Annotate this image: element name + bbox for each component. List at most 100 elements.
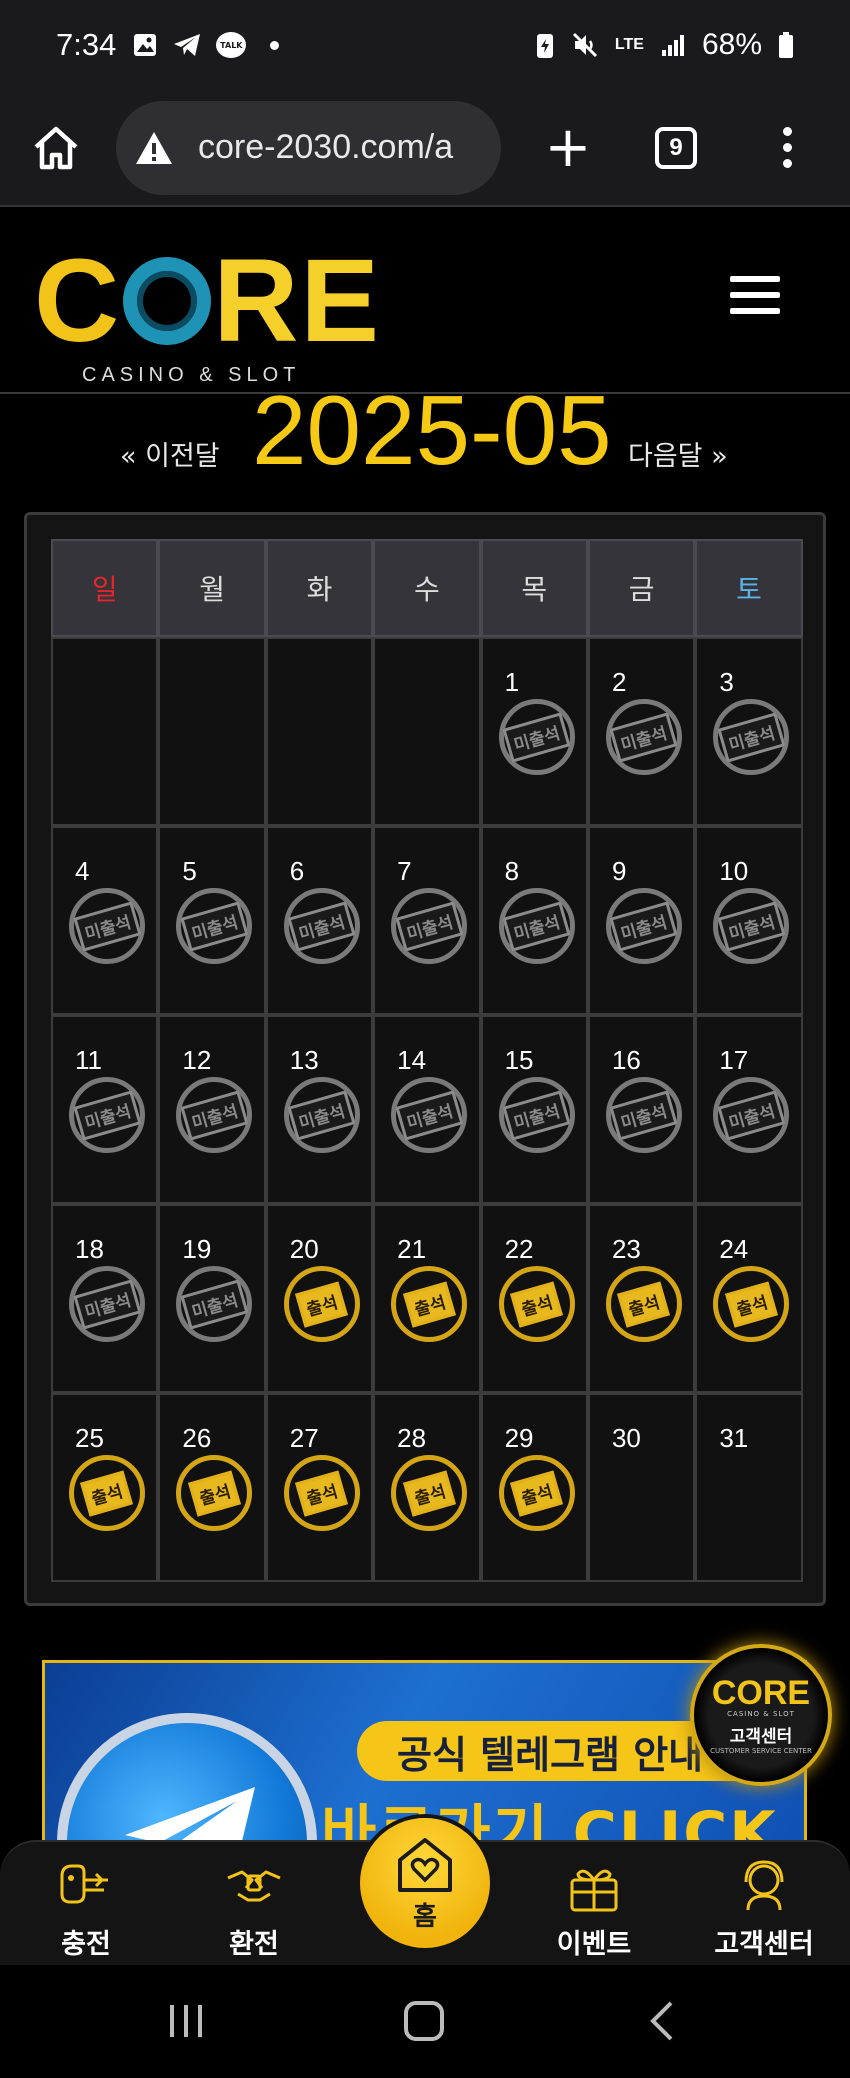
calendar-day-cell[interactable]: 4 미출석	[51, 826, 159, 1015]
absent-stamp-icon: 미출석	[69, 1266, 145, 1342]
next-month-link[interactable]: 다음달 »	[628, 434, 728, 473]
browser-home-button[interactable]	[28, 120, 84, 176]
absent-stamp-icon: 미출석	[283, 888, 360, 964]
calendar-day-cell[interactable]: 28 출석	[373, 1393, 481, 1582]
weekday-header-cell: 일	[51, 539, 159, 637]
nav-event[interactable]: 이벤트	[524, 1858, 664, 1961]
stamp-label: 미출석	[72, 1278, 142, 1330]
stamp-label: 미출석	[609, 711, 679, 763]
calendar-day-cell[interactable]: 13 미출석	[265, 1015, 374, 1204]
calendar-day-cell[interactable]: 10 미출석	[695, 826, 803, 1015]
calendar-day-cell[interactable]: 9 미출석	[587, 826, 696, 1015]
new-tab-button[interactable]: +	[543, 119, 593, 176]
day-number: 25	[75, 1423, 104, 1453]
day-number: 20	[289, 1234, 319, 1264]
calendar-day-cell[interactable]: 15 미출석	[480, 1015, 588, 1204]
logo-subtitle: CASINO & SLOT	[82, 364, 301, 386]
day-number: 5	[182, 856, 197, 886]
stamp-label: 출석	[509, 1469, 564, 1517]
warning-icon	[136, 131, 172, 164]
calendar-day-cell[interactable]: 21 출석	[373, 1204, 481, 1393]
calendar-day-cell[interactable]: 8 미출석	[480, 826, 588, 1015]
calendar-day-cell[interactable]: 27 출석	[265, 1393, 374, 1582]
calendar-day-cell[interactable]: 20 출석	[265, 1204, 374, 1393]
calendar-day-cell[interactable]: 5 미출석	[158, 826, 266, 1015]
nav-support[interactable]: 고객센터	[694, 1858, 834, 1961]
exchange-icon	[227, 1870, 281, 1902]
present-stamp-icon: 출석	[283, 1455, 360, 1531]
tab-switcher-button[interactable]: 9	[655, 126, 697, 169]
calendar-day-cell[interactable]: 1 미출석	[480, 637, 588, 826]
nav-exchange[interactable]: 환전	[184, 1858, 324, 1961]
site-header: C RE CASINO & SLOT	[0, 208, 850, 394]
system-home-button[interactable]	[394, 1993, 454, 2049]
calendar-day-cell[interactable]: 24 출석	[695, 1204, 803, 1393]
calendar-day-cell[interactable]: 26 출석	[158, 1393, 266, 1582]
calendar-day-cell[interactable]: 16 미출석	[587, 1015, 696, 1204]
calendar-day-cell[interactable]: 11 미출석	[51, 1015, 159, 1204]
recent-apps-button[interactable]	[156, 1993, 216, 2049]
cs-badge-eng: CUSTOMER SERVICE CENTER	[710, 1746, 812, 1755]
recent-apps-icon	[170, 2005, 202, 2037]
calendar-day-cell[interactable]: 14 미출석	[373, 1015, 481, 1204]
present-stamp-icon: 출석	[498, 1455, 575, 1531]
calendar-day-cell[interactable]: 31	[695, 1393, 803, 1582]
nav-exchange-label: 환전	[229, 1929, 279, 1960]
cs-badge-logo: CORE	[711, 1673, 811, 1712]
back-icon	[650, 2001, 673, 2041]
browser-menu-button[interactable]	[783, 127, 792, 168]
stamp-label: 미출석	[502, 900, 571, 952]
absent-stamp-icon: 미출석	[391, 888, 468, 964]
stamp-label: 미출석	[717, 1089, 786, 1141]
url-text: core-2030.com/a	[198, 128, 454, 166]
day-number: 3	[719, 667, 734, 697]
calendar-day-cell[interactable]: 22 출석	[480, 1204, 588, 1393]
weekday-header-cell: 금	[587, 539, 696, 637]
calendar-day-cell[interactable]: 3 미출석	[695, 637, 803, 826]
prev-month-link[interactable]: « 이전달	[120, 434, 220, 473]
calendar-day-cell[interactable]: 7 미출석	[373, 826, 481, 1015]
stamp-label: 미출석	[287, 1089, 356, 1141]
stamp-label: 미출석	[502, 1089, 571, 1141]
day-number: 27	[289, 1423, 319, 1453]
calendar-day-cell[interactable]: 6 미출석	[265, 826, 374, 1015]
calendar-day-cell[interactable]: 18 미출석	[51, 1204, 159, 1393]
absent-stamp-icon: 미출석	[69, 1077, 145, 1153]
day-number: 22	[504, 1234, 534, 1264]
stamp-label: 미출석	[609, 900, 679, 952]
core-logo[interactable]: C RE CASINO & SLOT	[34, 242, 381, 387]
nav-home-button[interactable]: 홈	[360, 1818, 490, 1948]
stamp-label: 출석	[402, 1280, 456, 1328]
battery-percent: 68%	[701, 28, 762, 61]
calendar-day-cell[interactable]: 12 미출석	[158, 1015, 266, 1204]
customer-service-badge[interactable]: CORE CASINO & SLOT 고객센터 CUSTOMER SERVICE…	[690, 1644, 832, 1786]
nav-charge[interactable]: 충전	[16, 1858, 156, 1961]
battery-saver-icon	[536, 34, 553, 58]
absent-stamp-icon: 미출석	[498, 699, 575, 775]
address-bar[interactable]: core-2030.com/a	[116, 100, 501, 195]
calendar-empty-cell	[158, 637, 266, 826]
hamburger-menu-icon[interactable]	[730, 276, 780, 314]
battery-icon	[779, 32, 793, 58]
calendar-day-cell[interactable]: 19 미출석	[158, 1204, 266, 1393]
absent-stamp-icon: 미출석	[176, 888, 253, 964]
calendar-day-cell[interactable]: 2 미출석	[587, 637, 696, 826]
back-button[interactable]	[632, 1993, 692, 2049]
day-number: 2	[611, 667, 627, 697]
calendar-day-cell[interactable]: 30	[587, 1393, 696, 1582]
talk-icon: TALK	[216, 32, 247, 58]
calendar-day-cell[interactable]: 17 미출석	[695, 1015, 803, 1204]
weekday-header-cell: 토	[695, 539, 803, 637]
month-navigation: « 이전달 2025-05 다음달 »	[0, 394, 850, 494]
stamp-label: 미출석	[395, 1089, 464, 1141]
calendar-day-cell[interactable]: 29 출석	[480, 1393, 588, 1582]
day-number: 16	[611, 1045, 641, 1075]
day-number: 15	[504, 1045, 534, 1075]
absent-stamp-icon: 미출석	[605, 699, 682, 775]
day-number: 1	[504, 667, 520, 697]
day-number: 12	[182, 1045, 212, 1075]
calendar-day-cell[interactable]: 23 출석	[587, 1204, 696, 1393]
nav-charge-label: 충전	[61, 1929, 111, 1960]
calendar-day-cell[interactable]: 25 출석	[51, 1393, 159, 1582]
system-home-icon	[404, 2001, 444, 2041]
